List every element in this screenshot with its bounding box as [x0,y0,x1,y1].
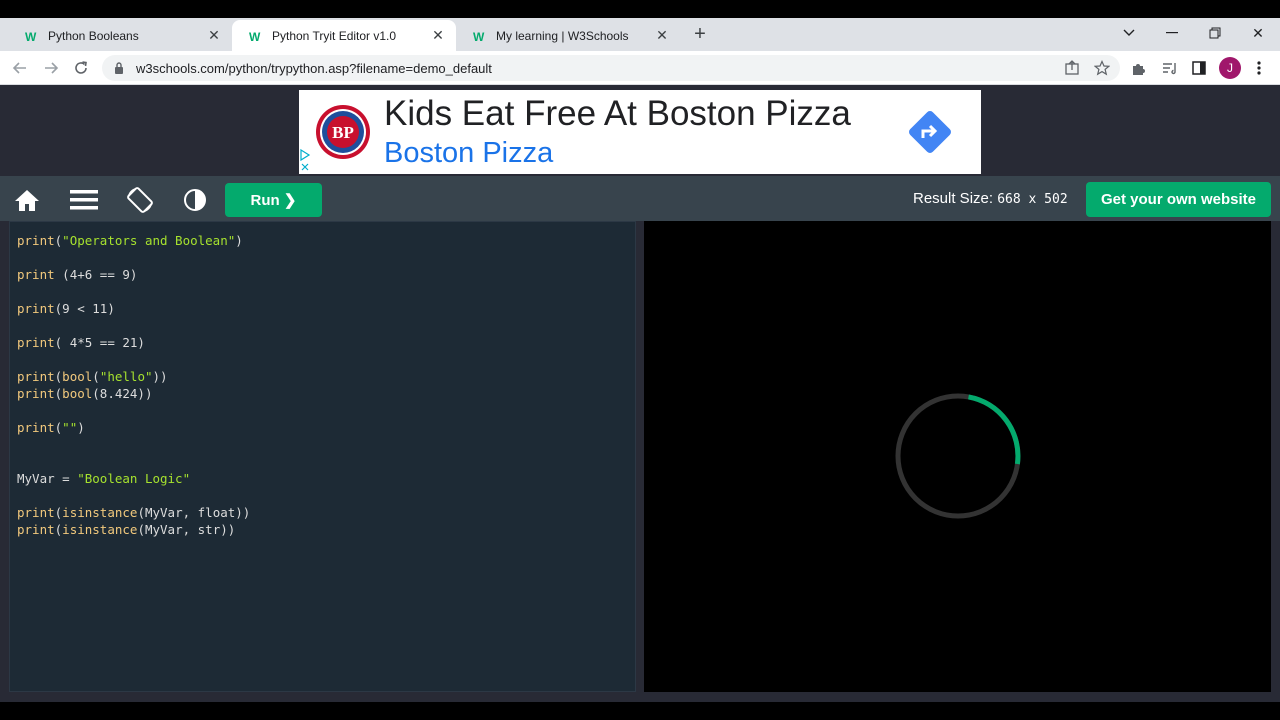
dark-mode-contrast-icon[interactable] [181,186,209,214]
url-text: w3schools.com/python/trypython.asp?filen… [136,60,492,76]
result-frame[interactable] [644,221,1271,692]
bookmark-star-icon[interactable] [1091,57,1113,79]
ad-brand-name[interactable]: Boston Pizza [384,137,553,170]
code-line[interactable]: MyVar = "Boolean Logic" [17,470,250,487]
w3schools-favicon-icon: W [24,28,40,44]
advertisement-banner[interactable]: BP Kids Eat Free At Boston Pizza Boston … [299,90,981,174]
menu-hamburger-icon[interactable] [70,186,98,214]
close-tab-icon[interactable]: ✕ [430,27,446,44]
video-letterbox-bottom [0,702,1280,720]
tryit-toolbar: Run ❯ Result Size: 668 x 502 Get your ow… [0,176,1280,221]
address-bar[interactable]: w3schools.com/python/trypython.asp?filen… [102,55,1120,81]
svg-text:W: W [25,30,37,42]
code-text[interactable]: print("Operators and Boolean") print (4+… [17,232,250,538]
code-line[interactable]: print(isinstance(MyVar, float)) [17,504,250,521]
reload-icon[interactable] [70,57,92,79]
code-line[interactable] [17,487,250,504]
restore-window-icon[interactable] [1205,22,1225,44]
code-line[interactable]: print(isinstance(MyVar, str)) [17,521,250,538]
code-line[interactable]: print(9 < 11) [17,300,250,317]
svg-text:W: W [249,30,261,42]
reading-list-icon[interactable] [1158,57,1180,79]
code-editor[interactable]: print("Operators and Boolean") print (4+… [9,221,636,692]
code-line[interactable]: print(bool(8.424)) [17,385,250,402]
video-letterbox-top [0,0,1280,18]
svg-text:W: W [473,30,485,42]
tab-title: Python Tryit Editor v1.0 [272,28,397,43]
code-line[interactable] [17,317,250,334]
boston-pizza-logo: BP [315,104,371,160]
code-line[interactable] [17,402,250,419]
code-line[interactable] [17,283,250,300]
side-panel-icon[interactable] [1188,57,1210,79]
code-line[interactable]: print (4+6 == 9) [17,266,250,283]
forward-arrow-icon[interactable] [40,57,62,79]
share-icon[interactable] [1061,57,1083,79]
result-size-display: Result Size: 668 x 502 [913,190,1068,207]
tab-title: Python Booleans [48,28,139,43]
svg-text:BP: BP [332,123,354,142]
code-line[interactable] [17,351,250,368]
back-arrow-icon[interactable] [9,57,31,79]
code-line[interactable] [17,453,250,470]
browser-menu-kebab-icon[interactable] [1248,57,1270,79]
close-tab-icon[interactable]: ✕ [654,27,670,44]
browser-toolbar: w3schools.com/python/trypython.asp?filen… [0,51,1280,85]
get-your-own-website-button[interactable]: Get your own website [1086,182,1271,217]
minimize-window-icon[interactable] [1162,22,1182,44]
ad-headline[interactable]: Kids Eat Free At Boston Pizza [384,94,851,134]
result-size-label: Result Size: [913,190,994,207]
w3schools-favicon-icon: W [248,28,264,44]
adchoices-icon[interactable] [299,148,313,174]
profile-avatar[interactable]: J [1219,57,1241,79]
tab-search-chevron-icon[interactable] [1119,22,1139,44]
tab-title: My learning | W3Schools [496,28,629,43]
tab-tryit-editor[interactable]: W Python Tryit Editor v1.0 ✕ [232,20,456,51]
w3schools-favicon-icon: W [472,28,488,44]
code-line[interactable]: print("") [17,419,250,436]
code-line[interactable]: print(bool("hello")) [17,368,250,385]
code-line[interactable]: print("Operators and Boolean") [17,232,250,249]
home-icon[interactable] [13,186,41,214]
extensions-puzzle-icon[interactable] [1128,57,1150,79]
result-size-value: 668 x 502 [997,192,1068,207]
rotate-orientation-icon[interactable] [126,186,154,214]
browser-tab-strip: W Python Booleans ✕ W Python Tryit Edito… [0,18,1280,51]
close-tab-icon[interactable]: ✕ [206,27,222,44]
close-window-icon[interactable]: ✕ [1248,22,1268,44]
tab-my-learning[interactable]: W My learning | W3Schools ✕ [456,20,680,51]
new-tab-plus-icon[interactable]: + [690,23,710,45]
ad-directions-arrow-icon[interactable] [908,110,952,154]
code-line[interactable] [17,436,250,453]
run-button[interactable]: Run ❯ [225,183,322,217]
tab-python-booleans[interactable]: W Python Booleans ✕ [8,20,232,51]
lock-icon [114,61,128,75]
code-line[interactable]: print( 4*5 == 21) [17,334,250,351]
loading-spinner-icon [895,393,1021,519]
w3schools-tryit-page: BP Kids Eat Free At Boston Pizza Boston … [0,85,1280,702]
code-line[interactable] [17,249,250,266]
